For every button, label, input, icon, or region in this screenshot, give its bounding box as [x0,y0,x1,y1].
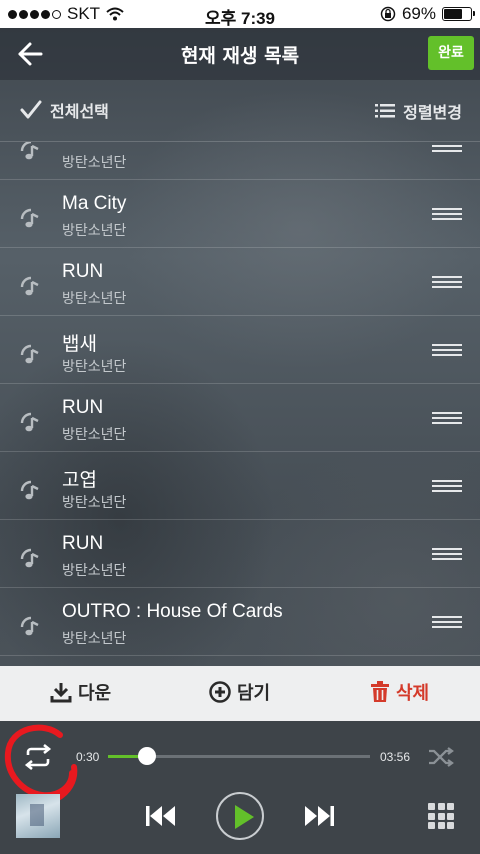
add-to-list-button[interactable]: 담기 [209,679,270,705]
song-artist: 방탄소년단 [62,359,127,375]
red-circle-annotation [4,724,78,801]
playlist-row[interactable]: OUTRO : House Of Cards 방탄소년단 [0,588,480,656]
music-note-icon [20,142,39,160]
music-note-icon [20,548,39,568]
status-right: 69% [380,4,475,24]
next-track-icon[interactable] [304,805,334,827]
song-title: RUN [62,397,104,418]
drag-handle-icon[interactable] [432,276,462,288]
drag-handle-icon[interactable] [432,412,462,424]
trash-icon [371,681,389,702]
select-all-label: 전체선택 [50,102,109,121]
download-label: 다운 [78,683,112,704]
add-label: 담기 [237,683,271,704]
music-note-icon [20,276,39,296]
checkmark-icon [20,100,42,119]
action-bar: 다운 담기 삭제 [0,666,480,721]
play-button[interactable] [216,792,264,840]
progress-bar[interactable] [108,747,370,765]
playlist-row[interactable]: RUN 방탄소년단 [0,520,480,588]
drag-handle-icon[interactable] [432,616,462,628]
playlist: RUN방탄소년단Ma City방탄소년단RUN방탄소년단뱁새방탄소년단RUN방탄… [0,142,480,666]
download-icon [50,683,72,703]
song-artist: 방탄소년단 [62,155,127,171]
list-icon [375,104,396,118]
current-time: 0:30 [76,750,100,764]
music-note-icon [20,208,39,228]
play-icon [235,805,254,829]
battery-icon [442,7,475,21]
song-title: RUN [62,142,103,147]
done-button[interactable]: 완료 [428,36,474,70]
list-toolbar: 전체선택 정렬변경 [0,80,480,142]
drag-handle-icon[interactable] [432,344,462,356]
delete-label: 삭제 [396,683,430,704]
status-bar: SKT 오후 7:39 69% [0,0,480,28]
song-artist: 방탄소년단 [62,223,127,239]
song-artist: 방탄소년단 [62,563,127,579]
album-art-figure [30,804,44,826]
music-note-icon [20,344,39,364]
song-title: 뱁새 [62,334,97,355]
mini-player: 0:30 03:56 [0,721,480,854]
music-note-icon [20,616,39,636]
playlist-row[interactable]: 뱁새방탄소년단 [0,316,480,384]
previous-track-icon[interactable] [146,805,176,827]
drag-handle-icon[interactable] [432,142,462,152]
song-artist: 방탄소년단 [62,495,127,511]
music-note-icon [20,412,39,432]
drag-handle-icon[interactable] [432,548,462,560]
playlist-row[interactable]: RUN 방탄소년단 [0,142,480,180]
sort-change-button[interactable]: 정렬변경 [375,99,462,123]
album-art[interactable] [16,794,60,838]
total-time: 03:56 [380,750,411,764]
playlist-row[interactable]: RUN 방탄소년단 [0,384,480,452]
song-artist: 방탄소년단 [62,631,127,647]
song-title: RUN [62,261,104,282]
menu-grid-icon[interactable] [428,803,454,829]
header: 현재 재생 목록 완료 [0,28,480,80]
music-note-icon [20,480,39,500]
playlist-row[interactable]: RUN 방탄소년단 [0,248,480,316]
song-title: OUTRO : House Of Cards [62,601,283,622]
drag-handle-icon[interactable] [432,208,462,220]
rotation-lock-icon [380,6,396,22]
song-artist: 방탄소년단 [62,291,127,307]
delete-button[interactable]: 삭제 [370,679,429,705]
progress-knob[interactable] [137,747,156,765]
page-title: 현재 재생 목록 [180,45,300,67]
shuffle-icon[interactable] [428,747,454,767]
battery-percent: 69% [401,4,436,23]
sort-change-label: 정렬변경 [403,103,462,122]
song-title: 고엽 [62,470,97,491]
playlist-row[interactable]: Ma City 방탄소년단 [0,180,480,248]
song-title: Ma City [62,193,127,214]
select-all-button[interactable]: 전체선택 [20,98,109,122]
download-button[interactable]: 다운 [50,679,111,705]
playlist-row[interactable]: 고엽방탄소년단 [0,452,480,520]
add-circle-icon [209,681,231,703]
song-title: RUN [62,533,104,554]
drag-handle-icon[interactable] [432,480,462,492]
song-artist: 방탄소년단 [62,427,127,443]
